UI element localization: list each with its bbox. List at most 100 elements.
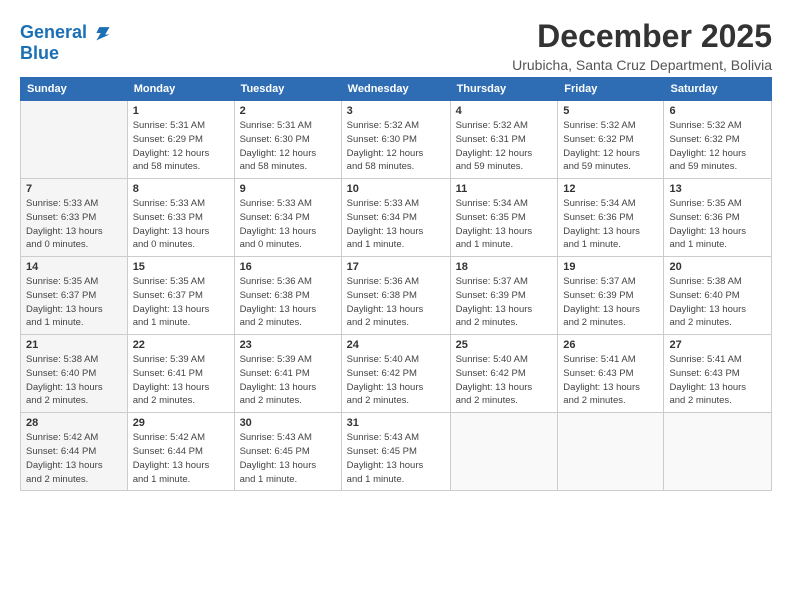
day-info: Sunrise: 5:36 AMSunset: 6:38 PMDaylight:… — [240, 275, 336, 330]
calendar-cell: 10Sunrise: 5:33 AMSunset: 6:34 PMDayligh… — [341, 179, 450, 257]
day-info: Sunrise: 5:33 AMSunset: 6:34 PMDaylight:… — [240, 197, 336, 252]
calendar-week-row-2: 7 Sunrise: 5:33 AMSunset: 6:33 PMDaylight… — [21, 179, 772, 257]
calendar-cell: 25 Sunrise: 5:40 AMSunset: 6:42 PMDayligh… — [450, 335, 558, 413]
calendar-cell: 18 Sunrise: 5:37 AMSunset: 6:39 PMDayligh… — [450, 257, 558, 335]
calendar-cell: 26Sunrise: 5:41 AMSunset: 6:43 PMDayligh… — [558, 335, 664, 413]
subtitle: Urubicha, Santa Cruz Department, Bolivia — [512, 57, 772, 73]
day-info: Sunrise: 5:32 AMSunset: 6:30 PMDaylight:… — [347, 119, 445, 174]
day-info: Sunrise: 5:38 AMSunset: 6:40 PMDaylight:… — [669, 275, 766, 330]
day-number: 24 — [347, 339, 445, 351]
day-number: 3 — [347, 105, 445, 117]
header: General Blue December 2025 Urubicha, San… — [20, 18, 772, 73]
day-info: Sunrise: 5:32 AMSunset: 6:32 PMDaylight:… — [669, 119, 766, 174]
day-number: 17 — [347, 261, 445, 273]
day-info: Sunrise: 5:35 AMSunset: 6:37 PMDaylight:… — [26, 275, 122, 330]
day-info: Sunrise: 5:34 AMSunset: 6:36 PMDaylight:… — [563, 197, 658, 252]
day-number: 13 — [669, 183, 766, 195]
day-info: Sunrise: 5:37 AMSunset: 6:39 PMDaylight:… — [563, 275, 658, 330]
day-info: Sunrise: 5:39 AMSunset: 6:41 PMDaylight:… — [133, 353, 229, 408]
calendar-cell: 17 Sunrise: 5:36 AMSunset: 6:38 PMDayligh… — [341, 257, 450, 335]
day-number: 29 — [133, 417, 229, 429]
day-number: 18 — [456, 261, 553, 273]
day-info: Sunrise: 5:31 AMSunset: 6:29 PMDaylight:… — [133, 119, 229, 174]
calendar-cell: 19 Sunrise: 5:37 AMSunset: 6:39 PMDayligh… — [558, 257, 664, 335]
calendar-cell — [664, 413, 772, 491]
calendar-cell: 2Sunrise: 5:31 AMSunset: 6:30 PMDaylight… — [234, 101, 341, 179]
day-number: 21 — [26, 339, 122, 351]
day-info: Sunrise: 5:42 AMSunset: 6:44 PMDaylight:… — [26, 431, 122, 486]
day-info: Sunrise: 5:33 AMSunset: 6:33 PMDaylight:… — [133, 197, 229, 252]
calendar-header-row: Sunday Monday Tuesday Wednesday Thursday… — [21, 78, 772, 101]
day-number: 31 — [347, 417, 445, 429]
calendar-table: Sunday Monday Tuesday Wednesday Thursday… — [20, 77, 772, 491]
calendar-cell: 7 Sunrise: 5:33 AMSunset: 6:33 PMDaylight… — [21, 179, 128, 257]
day-info: Sunrise: 5:41 AMSunset: 6:43 PMDaylight:… — [669, 353, 766, 408]
day-number: 23 — [240, 339, 336, 351]
calendar-cell: 22 Sunrise: 5:39 AMSunset: 6:41 PMDayligh… — [127, 335, 234, 413]
calendar-cell: 6 Sunrise: 5:32 AMSunset: 6:32 PMDaylight… — [664, 101, 772, 179]
col-thursday: Thursday — [450, 78, 558, 101]
calendar-cell: 8 Sunrise: 5:33 AMSunset: 6:33 PMDaylight… — [127, 179, 234, 257]
calendar-cell: 28 Sunrise: 5:42 AMSunset: 6:44 PMDayligh… — [21, 413, 128, 491]
day-number: 14 — [26, 261, 122, 273]
calendar-week-row-1: 1 Sunrise: 5:31 AMSunset: 6:29 PMDaylight… — [21, 101, 772, 179]
day-number: 4 — [456, 105, 553, 117]
col-sunday: Sunday — [21, 78, 128, 101]
day-info: Sunrise: 5:37 AMSunset: 6:39 PMDaylight:… — [456, 275, 553, 330]
calendar-cell: 20 Sunrise: 5:38 AMSunset: 6:40 PMDayligh… — [664, 257, 772, 335]
calendar-cell: 14 Sunrise: 5:35 AMSunset: 6:37 PMDayligh… — [21, 257, 128, 335]
day-number: 25 — [456, 339, 553, 351]
day-info: Sunrise: 5:42 AMSunset: 6:44 PMDaylight:… — [133, 431, 229, 486]
day-number: 20 — [669, 261, 766, 273]
day-info: Sunrise: 5:36 AMSunset: 6:38 PMDaylight:… — [347, 275, 445, 330]
day-info: Sunrise: 5:32 AMSunset: 6:32 PMDaylight:… — [563, 119, 658, 174]
calendar-cell: 9Sunrise: 5:33 AMSunset: 6:34 PMDaylight… — [234, 179, 341, 257]
day-number: 15 — [133, 261, 229, 273]
calendar-week-row-4: 21 Sunrise: 5:38 AMSunset: 6:40 PMDayligh… — [21, 335, 772, 413]
calendar-week-row-3: 14 Sunrise: 5:35 AMSunset: 6:37 PMDayligh… — [21, 257, 772, 335]
day-number: 12 — [563, 183, 658, 195]
col-wednesday: Wednesday — [341, 78, 450, 101]
calendar-cell: 5 Sunrise: 5:32 AMSunset: 6:32 PMDaylight… — [558, 101, 664, 179]
col-monday: Monday — [127, 78, 234, 101]
day-info: Sunrise: 5:39 AMSunset: 6:41 PMDaylight:… — [240, 353, 336, 408]
day-number: 28 — [26, 417, 122, 429]
calendar-cell: 30Sunrise: 5:43 AMSunset: 6:45 PMDayligh… — [234, 413, 341, 491]
calendar-cell: 15Sunrise: 5:35 AMSunset: 6:37 PMDayligh… — [127, 257, 234, 335]
page-container: General Blue December 2025 Urubicha, San… — [0, 0, 792, 501]
calendar-cell: 4 Sunrise: 5:32 AMSunset: 6:31 PMDaylight… — [450, 101, 558, 179]
calendar-cell — [450, 413, 558, 491]
day-info: Sunrise: 5:33 AMSunset: 6:33 PMDaylight:… — [26, 197, 122, 252]
day-info: Sunrise: 5:43 AMSunset: 6:45 PMDaylight:… — [240, 431, 336, 486]
day-info: Sunrise: 5:34 AMSunset: 6:35 PMDaylight:… — [456, 197, 553, 252]
day-number: 6 — [669, 105, 766, 117]
day-number: 22 — [133, 339, 229, 351]
calendar-cell: 3 Sunrise: 5:32 AMSunset: 6:30 PMDaylight… — [341, 101, 450, 179]
day-info: Sunrise: 5:32 AMSunset: 6:31 PMDaylight:… — [456, 119, 553, 174]
day-number: 8 — [133, 183, 229, 195]
day-number: 19 — [563, 261, 658, 273]
calendar-cell: 12 Sunrise: 5:34 AMSunset: 6:36 PMDayligh… — [558, 179, 664, 257]
day-number: 1 — [133, 105, 229, 117]
day-info: Sunrise: 5:43 AMSunset: 6:45 PMDaylight:… — [347, 431, 445, 486]
day-info: Sunrise: 5:40 AMSunset: 6:42 PMDaylight:… — [456, 353, 553, 408]
month-title: December 2025 — [512, 18, 772, 55]
calendar-cell: 31 Sunrise: 5:43 AMSunset: 6:45 PMDayligh… — [341, 413, 450, 491]
calendar-cell: 13Sunrise: 5:35 AMSunset: 6:36 PMDayligh… — [664, 179, 772, 257]
day-number: 7 — [26, 183, 122, 195]
calendar-cell: 27 Sunrise: 5:41 AMSunset: 6:43 PMDayligh… — [664, 335, 772, 413]
day-number: 5 — [563, 105, 658, 117]
logo: General Blue — [20, 22, 111, 64]
col-saturday: Saturday — [664, 78, 772, 101]
calendar-cell: 1 Sunrise: 5:31 AMSunset: 6:29 PMDaylight… — [127, 101, 234, 179]
calendar-cell: 23 Sunrise: 5:39 AMSunset: 6:41 PMDayligh… — [234, 335, 341, 413]
calendar-week-row-5: 28 Sunrise: 5:42 AMSunset: 6:44 PMDayligh… — [21, 413, 772, 491]
day-info: Sunrise: 5:38 AMSunset: 6:40 PMDaylight:… — [26, 353, 122, 408]
logo-text-blue: Blue — [20, 44, 111, 64]
day-number: 27 — [669, 339, 766, 351]
calendar-cell: 11Sunrise: 5:34 AMSunset: 6:35 PMDayligh… — [450, 179, 558, 257]
day-number: 2 — [240, 105, 336, 117]
col-friday: Friday — [558, 78, 664, 101]
logo-icon — [89, 22, 111, 44]
day-number: 26 — [563, 339, 658, 351]
